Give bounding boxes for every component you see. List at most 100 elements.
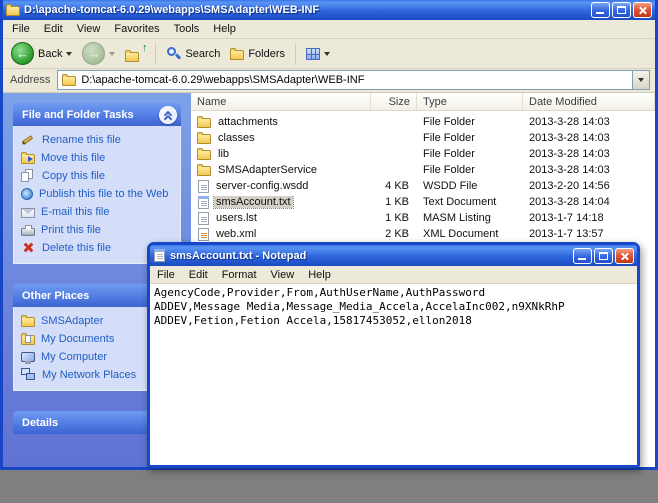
maximize-button[interactable] xyxy=(612,2,631,18)
back-button[interactable]: ← Back xyxy=(8,40,75,67)
close-button[interactable] xyxy=(615,248,634,264)
address-input[interactable]: D:\apache-tomcat-6.0.29\webapps\SMSAdapt… xyxy=(57,70,650,90)
folder-icon xyxy=(197,118,211,128)
file-type-cell: File Folder xyxy=(417,116,523,128)
task-item-label: Rename this file xyxy=(42,134,121,146)
task-item-label: E-mail this file xyxy=(41,206,109,218)
notepad-edit-area[interactable]: AgencyCode,Provider,From,AuthUserName,Au… xyxy=(150,284,637,465)
file-row[interactable]: web.xml 2 KB XML Document 2013-1-7 13:57 xyxy=(191,226,655,242)
file-row[interactable]: SMSAdapterService File Folder 2013-3-28 … xyxy=(191,162,655,178)
menu-item[interactable]: Favorites xyxy=(107,21,166,37)
toolbar-separator xyxy=(155,43,156,65)
address-dropdown-button[interactable] xyxy=(632,71,649,89)
column-header-name[interactable]: Name xyxy=(191,93,371,110)
column-header-size[interactable]: Size xyxy=(371,93,417,110)
file-type-cell: File Folder xyxy=(417,132,523,144)
task-item-label: Publish this file to the Web xyxy=(39,188,168,200)
file-row[interactable]: classes File Folder 2013-3-28 14:03 xyxy=(191,130,655,146)
menu-item[interactable]: Help xyxy=(301,267,338,283)
file-type-cell: XML Document xyxy=(417,228,523,240)
forward-arrow-icon: → xyxy=(82,42,105,65)
panel-title: File and Folder Tasks xyxy=(22,109,134,121)
menu-item[interactable]: File xyxy=(5,21,37,37)
file-type-cell: WSDD File xyxy=(417,180,523,192)
menu-item[interactable]: Edit xyxy=(182,267,215,283)
notepad-title: smsAccount.txt - Notepad xyxy=(170,250,568,262)
column-header-date[interactable]: Date Modified xyxy=(523,93,655,110)
file-name[interactable]: lib xyxy=(216,148,231,160)
views-grid-icon xyxy=(306,48,320,60)
file-name-cell: classes xyxy=(191,132,371,144)
menu-item[interactable]: View xyxy=(70,21,108,37)
column-header-type[interactable]: Type xyxy=(417,93,523,110)
views-button[interactable] xyxy=(303,46,333,62)
task-item-label: My Computer xyxy=(41,351,107,363)
folders-icon xyxy=(230,50,244,60)
explorer-menubar: FileEditViewFavoritesToolsHelp xyxy=(3,20,655,39)
file-name[interactable]: smsAccount.txt xyxy=(214,196,293,208)
task-item[interactable]: Copy this file xyxy=(21,168,178,183)
task-item[interactable]: Print this file xyxy=(21,222,178,237)
task-item-label: Print this file xyxy=(41,224,101,236)
search-button[interactable]: Search xyxy=(163,44,223,63)
file-name[interactable]: SMSAdapterService xyxy=(216,164,319,176)
file-name[interactable]: attachments xyxy=(216,116,280,128)
minimize-button[interactable] xyxy=(573,248,592,264)
menu-item[interactable]: Format xyxy=(215,267,264,283)
up-arrow-icon: ↑ xyxy=(142,42,148,54)
task-item[interactable]: Move this file xyxy=(21,150,178,165)
forward-dropdown-icon xyxy=(109,52,115,56)
my-documents-icon xyxy=(21,335,35,345)
address-folder-icon xyxy=(62,76,76,86)
folders-button[interactable]: Folders xyxy=(227,46,288,62)
collapse-chevron-icon[interactable] xyxy=(159,106,177,124)
explorer-titlebar[interactable]: D:\apache-tomcat-6.0.29\webapps\SMSAdapt… xyxy=(3,0,655,20)
file-name[interactable]: web.xml xyxy=(214,228,258,240)
file-name-cell: lib xyxy=(191,148,371,160)
toolbar-separator xyxy=(295,43,296,65)
task-item-label: Copy this file xyxy=(42,170,105,182)
forward-button[interactable]: → xyxy=(79,40,118,67)
file-row[interactable]: server-config.wsdd 4 KB WSDD File 2013-2… xyxy=(191,178,655,194)
file-type-cell: File Folder xyxy=(417,164,523,176)
file-name-cell: SMSAdapterService xyxy=(191,164,371,176)
menu-item[interactable]: Edit xyxy=(37,21,70,37)
file-size-cell: 4 KB xyxy=(371,180,417,192)
file-date-cell: 2013-2-20 14:56 xyxy=(523,180,655,192)
maximize-button[interactable] xyxy=(594,248,613,264)
file-row[interactable]: lib File Folder 2013-3-28 14:03 xyxy=(191,146,655,162)
menu-item[interactable]: Help xyxy=(206,21,243,37)
file-type-cell: MASM Listing xyxy=(417,212,523,224)
notepad-titlebar[interactable]: smsAccount.txt - Notepad xyxy=(150,245,637,266)
task-item-label: Move this file xyxy=(41,152,105,164)
notepad-menubar: FileEditFormatViewHelp xyxy=(150,266,637,284)
desktop-background: D:\apache-tomcat-6.0.29\webapps\SMSAdapt… xyxy=(0,0,658,503)
search-icon xyxy=(166,46,181,61)
up-button[interactable]: ↑ xyxy=(122,44,148,64)
file-date-cell: 2013-3-28 14:03 xyxy=(523,132,655,144)
back-dropdown-icon[interactable] xyxy=(66,52,72,56)
menu-item[interactable]: View xyxy=(264,267,302,283)
file-name[interactable]: classes xyxy=(216,132,257,144)
task-item[interactable]: Rename this file xyxy=(21,132,178,147)
task-item-label: Delete this file xyxy=(42,242,111,254)
close-button[interactable] xyxy=(633,2,652,18)
notepad-text[interactable]: AgencyCode,Provider,From,AuthUserName,Au… xyxy=(154,286,633,328)
task-item[interactable]: Publish this file to the Web xyxy=(21,186,178,201)
menu-item[interactable]: File xyxy=(150,267,182,283)
file-name-cell: server-config.wsdd xyxy=(191,180,371,193)
file-folder-tasks-header[interactable]: File and Folder Tasks xyxy=(13,103,181,126)
chevron-down-icon xyxy=(638,78,644,82)
file-name[interactable]: server-config.wsdd xyxy=(214,180,310,192)
minimize-button[interactable] xyxy=(591,2,610,18)
task-item-label: My Documents xyxy=(41,333,114,345)
folder-icon xyxy=(197,134,211,144)
task-item[interactable]: E-mail this file xyxy=(21,204,178,219)
file-size-cell: 1 KB xyxy=(371,196,417,208)
file-row[interactable]: attachments File Folder 2013-3-28 14:03 xyxy=(191,114,655,130)
file-row[interactable]: users.lst 1 KB MASM Listing 2013-1-7 14:… xyxy=(191,210,655,226)
file-row[interactable]: smsAccount.txt 1 KB Text Document 2013-3… xyxy=(191,194,655,210)
file-name[interactable]: users.lst xyxy=(214,212,259,224)
address-value[interactable]: D:\apache-tomcat-6.0.29\webapps\SMSAdapt… xyxy=(81,74,627,86)
menu-item[interactable]: Tools xyxy=(167,21,207,37)
